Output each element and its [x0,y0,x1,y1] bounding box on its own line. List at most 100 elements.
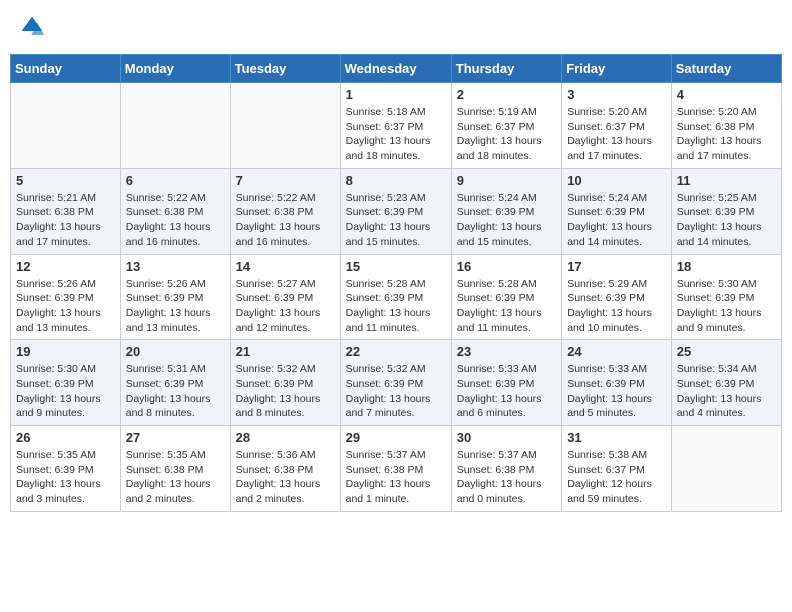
day-info: Sunrise: 5:34 AM Sunset: 6:39 PM Dayligh… [677,362,776,421]
day-info: Sunrise: 5:33 AM Sunset: 6:39 PM Dayligh… [567,362,666,421]
calendar-header-row: SundayMondayTuesdayWednesdayThursdayFrid… [11,55,782,83]
calendar-cell: 10 Sunrise: 5:24 AM Sunset: 6:39 PM Dayli… [562,168,672,254]
calendar-cell: 11Sunrise: 5:25 AM Sunset: 6:39 PM Dayli… [671,168,781,254]
day-number: 25 [677,344,776,359]
day-info: Sunrise: 5:19 AM Sunset: 6:37 PM Dayligh… [457,105,556,164]
day-number: 4 [677,87,776,102]
calendar-cell: 30Sunrise: 5:37 AM Sunset: 6:38 PM Dayli… [451,426,561,512]
day-number: 13 [126,259,225,274]
day-info: Sunrise: 5:22 AM Sunset: 6:38 PM Dayligh… [236,191,335,250]
day-number: 2 [457,87,556,102]
day-info: Sunrise: 5:32 AM Sunset: 6:39 PM Dayligh… [236,362,335,421]
day-info: Sunrise: 5:30 AM Sunset: 6:39 PM Dayligh… [677,277,776,336]
day-number: 10 [567,173,666,188]
logo [20,15,48,39]
day-info: Sunrise: 5:24 AM Sunset: 6:39 PM Dayligh… [457,191,556,250]
day-info: Sunrise: 5:27 AM Sunset: 6:39 PM Dayligh… [236,277,335,336]
day-info: Sunrise: 5:26 AM Sunset: 6:39 PM Dayligh… [16,277,115,336]
calendar-table: SundayMondayTuesdayWednesdayThursdayFrid… [10,54,782,512]
calendar-cell: 22 Sunrise: 5:32 AM Sunset: 6:39 PM Dayli… [340,340,451,426]
calendar-cell: 28 Sunrise: 5:36 AM Sunset: 6:38 PM Dayli… [230,426,340,512]
day-info: Sunrise: 5:23 AM Sunset: 6:39 PM Dayligh… [346,191,446,250]
calendar-cell: 26 Sunrise: 5:35 AM Sunset: 6:39 PM Dayli… [11,426,121,512]
calendar-cell [11,83,121,169]
calendar-cell [671,426,781,512]
day-info: Sunrise: 5:28 AM Sunset: 6:39 PM Dayligh… [457,277,556,336]
day-info: Sunrise: 5:30 AM Sunset: 6:39 PM Dayligh… [16,362,115,421]
day-info: Sunrise: 5:36 AM Sunset: 6:38 PM Dayligh… [236,448,335,507]
day-number: 18 [677,259,776,274]
calendar-cell: 15 Sunrise: 5:28 AM Sunset: 6:39 PM Dayli… [340,254,451,340]
day-number: 12 [16,259,115,274]
column-header-saturday: Saturday [671,55,781,83]
day-number: 24 [567,344,666,359]
calendar-cell: 19 Sunrise: 5:30 AM Sunset: 6:39 PM Dayli… [11,340,121,426]
day-number: 7 [236,173,335,188]
day-number: 1 [346,87,446,102]
calendar-cell: 9Sunrise: 5:24 AM Sunset: 6:39 PM Daylig… [451,168,561,254]
day-info: Sunrise: 5:28 AM Sunset: 6:39 PM Dayligh… [346,277,446,336]
day-number: 26 [16,430,115,445]
calendar-cell: 29 Sunrise: 5:37 AM Sunset: 6:38 PM Dayli… [340,426,451,512]
calendar-cell: 17Sunrise: 5:29 AM Sunset: 6:39 PM Dayli… [562,254,672,340]
calendar-week-row: 1 Sunrise: 5:18 AM Sunset: 6:37 PM Daylig… [11,83,782,169]
day-info: Sunrise: 5:20 AM Sunset: 6:37 PM Dayligh… [567,105,666,164]
day-number: 21 [236,344,335,359]
column-header-thursday: Thursday [451,55,561,83]
day-info: Sunrise: 5:35 AM Sunset: 6:39 PM Dayligh… [16,448,115,507]
day-number: 28 [236,430,335,445]
calendar-cell: 18 Sunrise: 5:30 AM Sunset: 6:39 PM Dayli… [671,254,781,340]
day-info: Sunrise: 5:31 AM Sunset: 6:39 PM Dayligh… [126,362,225,421]
column-header-wednesday: Wednesday [340,55,451,83]
day-info: Sunrise: 5:20 AM Sunset: 6:38 PM Dayligh… [677,105,776,164]
calendar-cell: 27 Sunrise: 5:35 AM Sunset: 6:38 PM Dayli… [120,426,230,512]
day-info: Sunrise: 5:33 AM Sunset: 6:39 PM Dayligh… [457,362,556,421]
calendar-week-row: 12 Sunrise: 5:26 AM Sunset: 6:39 PM Dayli… [11,254,782,340]
day-info: Sunrise: 5:37 AM Sunset: 6:38 PM Dayligh… [346,448,446,507]
calendar-cell [120,83,230,169]
calendar-cell: 7 Sunrise: 5:22 AM Sunset: 6:38 PM Daylig… [230,168,340,254]
day-info: Sunrise: 5:22 AM Sunset: 6:38 PM Dayligh… [126,191,225,250]
day-info: Sunrise: 5:32 AM Sunset: 6:39 PM Dayligh… [346,362,446,421]
logo-icon [20,15,44,39]
day-info: Sunrise: 5:37 AM Sunset: 6:38 PM Dayligh… [457,448,556,507]
calendar-cell: 31 Sunrise: 5:38 AM Sunset: 6:37 PM Dayli… [562,426,672,512]
calendar-cell: 6 Sunrise: 5:22 AM Sunset: 6:38 PM Daylig… [120,168,230,254]
day-info: Sunrise: 5:24 AM Sunset: 6:39 PM Dayligh… [567,191,666,250]
day-number: 3 [567,87,666,102]
calendar-cell: 20 Sunrise: 5:31 AM Sunset: 6:39 PM Dayli… [120,340,230,426]
calendar-cell: 13Sunrise: 5:26 AM Sunset: 6:39 PM Dayli… [120,254,230,340]
day-info: Sunrise: 5:38 AM Sunset: 6:37 PM Dayligh… [567,448,666,507]
calendar-cell: 21 Sunrise: 5:32 AM Sunset: 6:39 PM Dayli… [230,340,340,426]
calendar-cell: 12 Sunrise: 5:26 AM Sunset: 6:39 PM Dayli… [11,254,121,340]
column-header-monday: Monday [120,55,230,83]
day-number: 15 [346,259,446,274]
day-number: 19 [16,344,115,359]
page-header [10,10,782,44]
day-info: Sunrise: 5:21 AM Sunset: 6:38 PM Dayligh… [16,191,115,250]
day-number: 11 [677,173,776,188]
day-number: 20 [126,344,225,359]
day-number: 27 [126,430,225,445]
calendar-cell: 3 Sunrise: 5:20 AM Sunset: 6:37 PM Daylig… [562,83,672,169]
day-number: 16 [457,259,556,274]
day-info: Sunrise: 5:35 AM Sunset: 6:38 PM Dayligh… [126,448,225,507]
column-header-sunday: Sunday [11,55,121,83]
day-info: Sunrise: 5:18 AM Sunset: 6:37 PM Dayligh… [346,105,446,164]
day-number: 17 [567,259,666,274]
calendar-cell [230,83,340,169]
calendar-week-row: 19 Sunrise: 5:30 AM Sunset: 6:39 PM Dayli… [11,340,782,426]
day-number: 14 [236,259,335,274]
calendar-cell: 4 Sunrise: 5:20 AM Sunset: 6:38 PM Daylig… [671,83,781,169]
calendar-cell: 8Sunrise: 5:23 AM Sunset: 6:39 PM Daylig… [340,168,451,254]
day-number: 22 [346,344,446,359]
day-number: 29 [346,430,446,445]
day-number: 31 [567,430,666,445]
calendar-cell: 14 Sunrise: 5:27 AM Sunset: 6:39 PM Dayli… [230,254,340,340]
calendar-cell: 5Sunrise: 5:21 AM Sunset: 6:38 PM Daylig… [11,168,121,254]
column-header-tuesday: Tuesday [230,55,340,83]
day-number: 23 [457,344,556,359]
calendar-cell: 2 Sunrise: 5:19 AM Sunset: 6:37 PM Daylig… [451,83,561,169]
calendar-cell: 24 Sunrise: 5:33 AM Sunset: 6:39 PM Dayli… [562,340,672,426]
day-number: 6 [126,173,225,188]
